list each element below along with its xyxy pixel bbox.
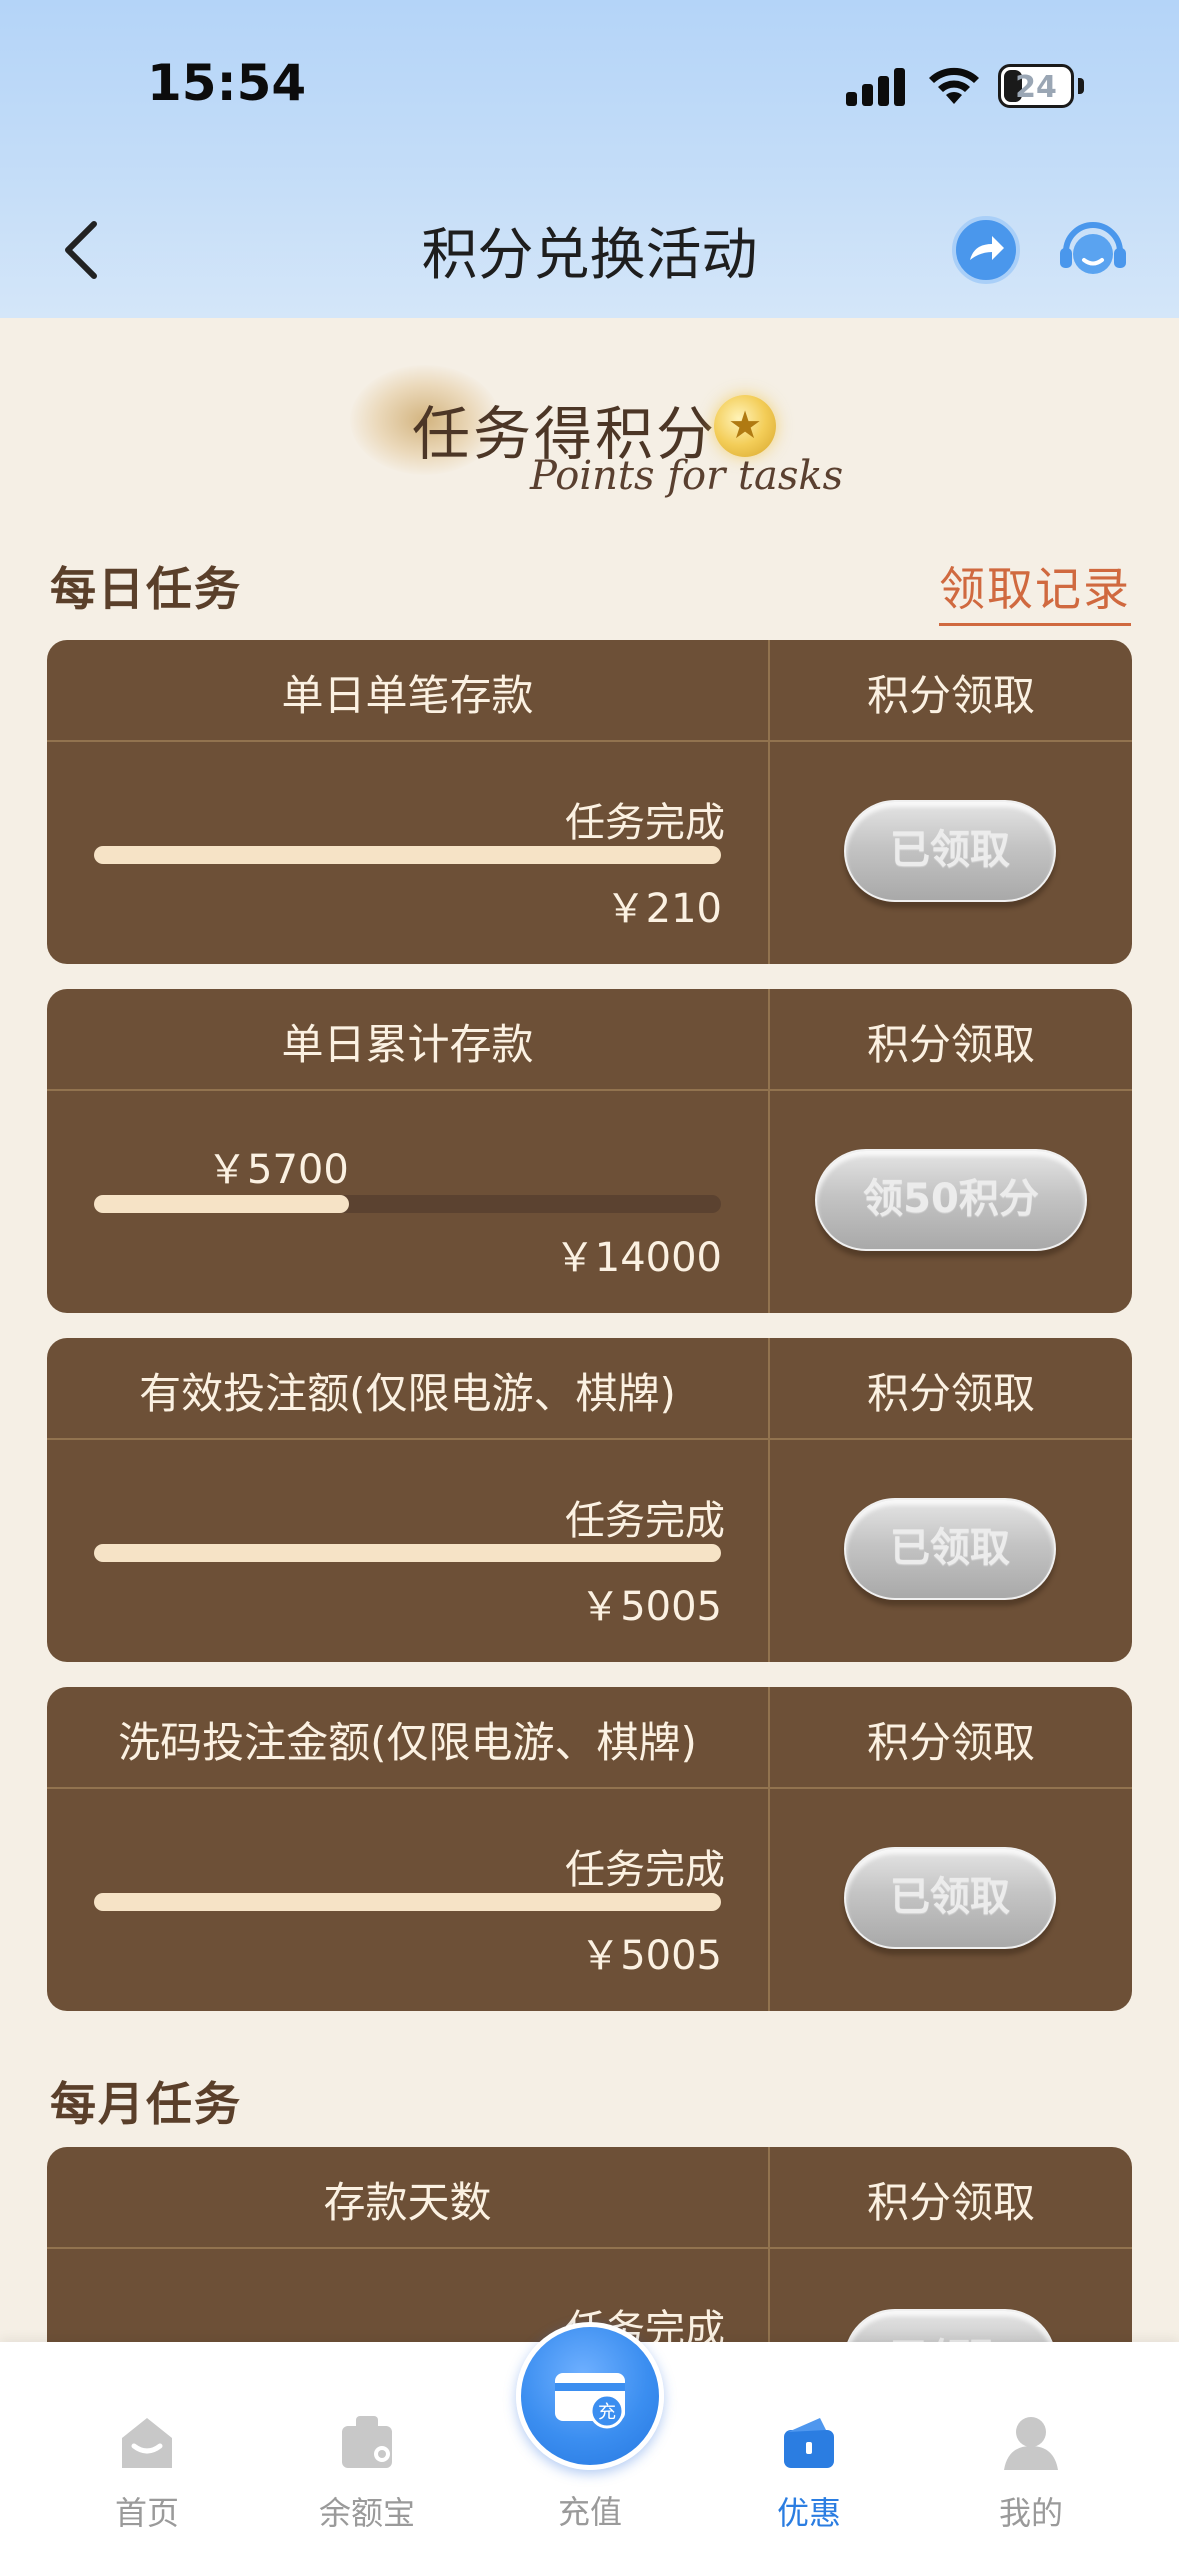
action-header: 积分领取 — [866, 1718, 1035, 1767]
banner-subtitle: Points for tasks — [530, 453, 844, 499]
progress-bar — [94, 846, 721, 864]
tab-home[interactable]: 首页 — [72, 2412, 222, 2532]
tab-label-recharge: 充值 — [557, 2493, 622, 2531]
action-header: 积分领取 — [866, 1020, 1035, 1069]
progress-bar — [94, 1544, 721, 1562]
task-title: 有效投注额(仅限电游、棋牌) — [139, 1369, 676, 1418]
task-title: 洗码投注金额(仅限电游、棋牌) — [118, 1718, 697, 1767]
progress-status: 任务完成 — [565, 1847, 725, 1893]
progress-fill — [94, 1893, 721, 1911]
tab-label: 首页 — [114, 2494, 179, 2532]
progress-bar — [94, 1893, 721, 1911]
action-header: 积分领取 — [866, 2178, 1035, 2227]
tab-label: 余额宝 — [318, 2494, 415, 2532]
cellular-signal-icon — [846, 66, 906, 106]
daily-tasks-title: 每日任务 — [50, 562, 242, 616]
task-card-rebate-bet: 洗码投注金额(仅限电游、棋牌) 积分领取 任务完成 ￥5005 已领取 — [47, 1687, 1132, 2011]
progress-fill — [94, 1544, 721, 1562]
progress-status: 任务完成 — [565, 1498, 725, 1544]
progress-target: ￥14000 — [554, 1235, 722, 1281]
profile-icon — [1004, 2417, 1058, 2470]
coin-icon: ★ — [714, 395, 776, 457]
svg-text:充: 充 — [598, 2402, 616, 2423]
progress-target: ￥210 — [605, 886, 722, 932]
tab-profile[interactable]: 我的 — [956, 2412, 1106, 2532]
tab-balance[interactable]: 余额宝 — [292, 2412, 442, 2532]
task-card-cumulative-deposit: 单日累计存款 积分领取 ￥5700 ￥14000 领50积分 — [47, 989, 1132, 1313]
recharge-icon: 充 — [555, 2373, 625, 2429]
tab-promotions[interactable]: 优惠 — [734, 2412, 884, 2532]
progress-target: ￥5005 — [580, 1584, 722, 1630]
progress-fill — [94, 846, 721, 864]
tasks-banner: 任务得积分 ★ Points for tasks — [340, 345, 860, 515]
claimed-button[interactable]: 已领取 — [844, 1847, 1056, 1949]
claim-points-button[interactable]: 领50积分 — [815, 1149, 1087, 1251]
progress-target: ￥5005 — [580, 1933, 722, 1979]
progress-current: ￥5700 — [207, 1147, 349, 1193]
claimed-button[interactable]: 已领取 — [844, 800, 1056, 902]
app-header: 15:54 24 积分兑换活动 — [0, 0, 1179, 318]
status-time: 15:54 — [147, 54, 307, 112]
task-title: 单日累计存款 — [281, 1020, 534, 1069]
task-card-single-deposit: 单日单笔存款 积分领取 任务完成 ￥210 已领取 — [47, 640, 1132, 964]
battery-level: 24 — [1015, 70, 1057, 105]
recharge-button[interactable]: 充 — [516, 2322, 664, 2470]
share-icon[interactable] — [950, 214, 1022, 286]
tab-label: 优惠 — [776, 2494, 841, 2532]
progress-status: 任务完成 — [565, 800, 725, 846]
task-card-valid-bet: 有效投注额(仅限电游、棋牌) 积分领取 任务完成 ￥5005 已领取 — [47, 1338, 1132, 1662]
claimed-button[interactable]: 已领取 — [844, 1498, 1056, 1600]
action-header: 积分领取 — [866, 671, 1035, 720]
task-title: 单日单笔存款 — [281, 671, 534, 720]
battery-icon: 24 — [998, 64, 1074, 108]
wifi-icon — [929, 67, 979, 104]
monthly-tasks-title: 每月任务 — [50, 2077, 242, 2131]
customer-service-icon[interactable] — [1056, 214, 1130, 286]
battery-cap — [1078, 78, 1084, 94]
wallet-icon — [342, 2416, 392, 2468]
promo-icon — [784, 2418, 834, 2468]
tab-label: 我的 — [998, 2494, 1063, 2532]
progress-fill — [94, 1195, 350, 1213]
claim-record-link[interactable]: 领取记录 — [939, 553, 1131, 626]
progress-bar — [94, 1195, 721, 1213]
home-icon — [122, 2418, 172, 2468]
action-header: 积分领取 — [866, 1369, 1035, 1418]
task-title: 存款天数 — [323, 2178, 492, 2227]
